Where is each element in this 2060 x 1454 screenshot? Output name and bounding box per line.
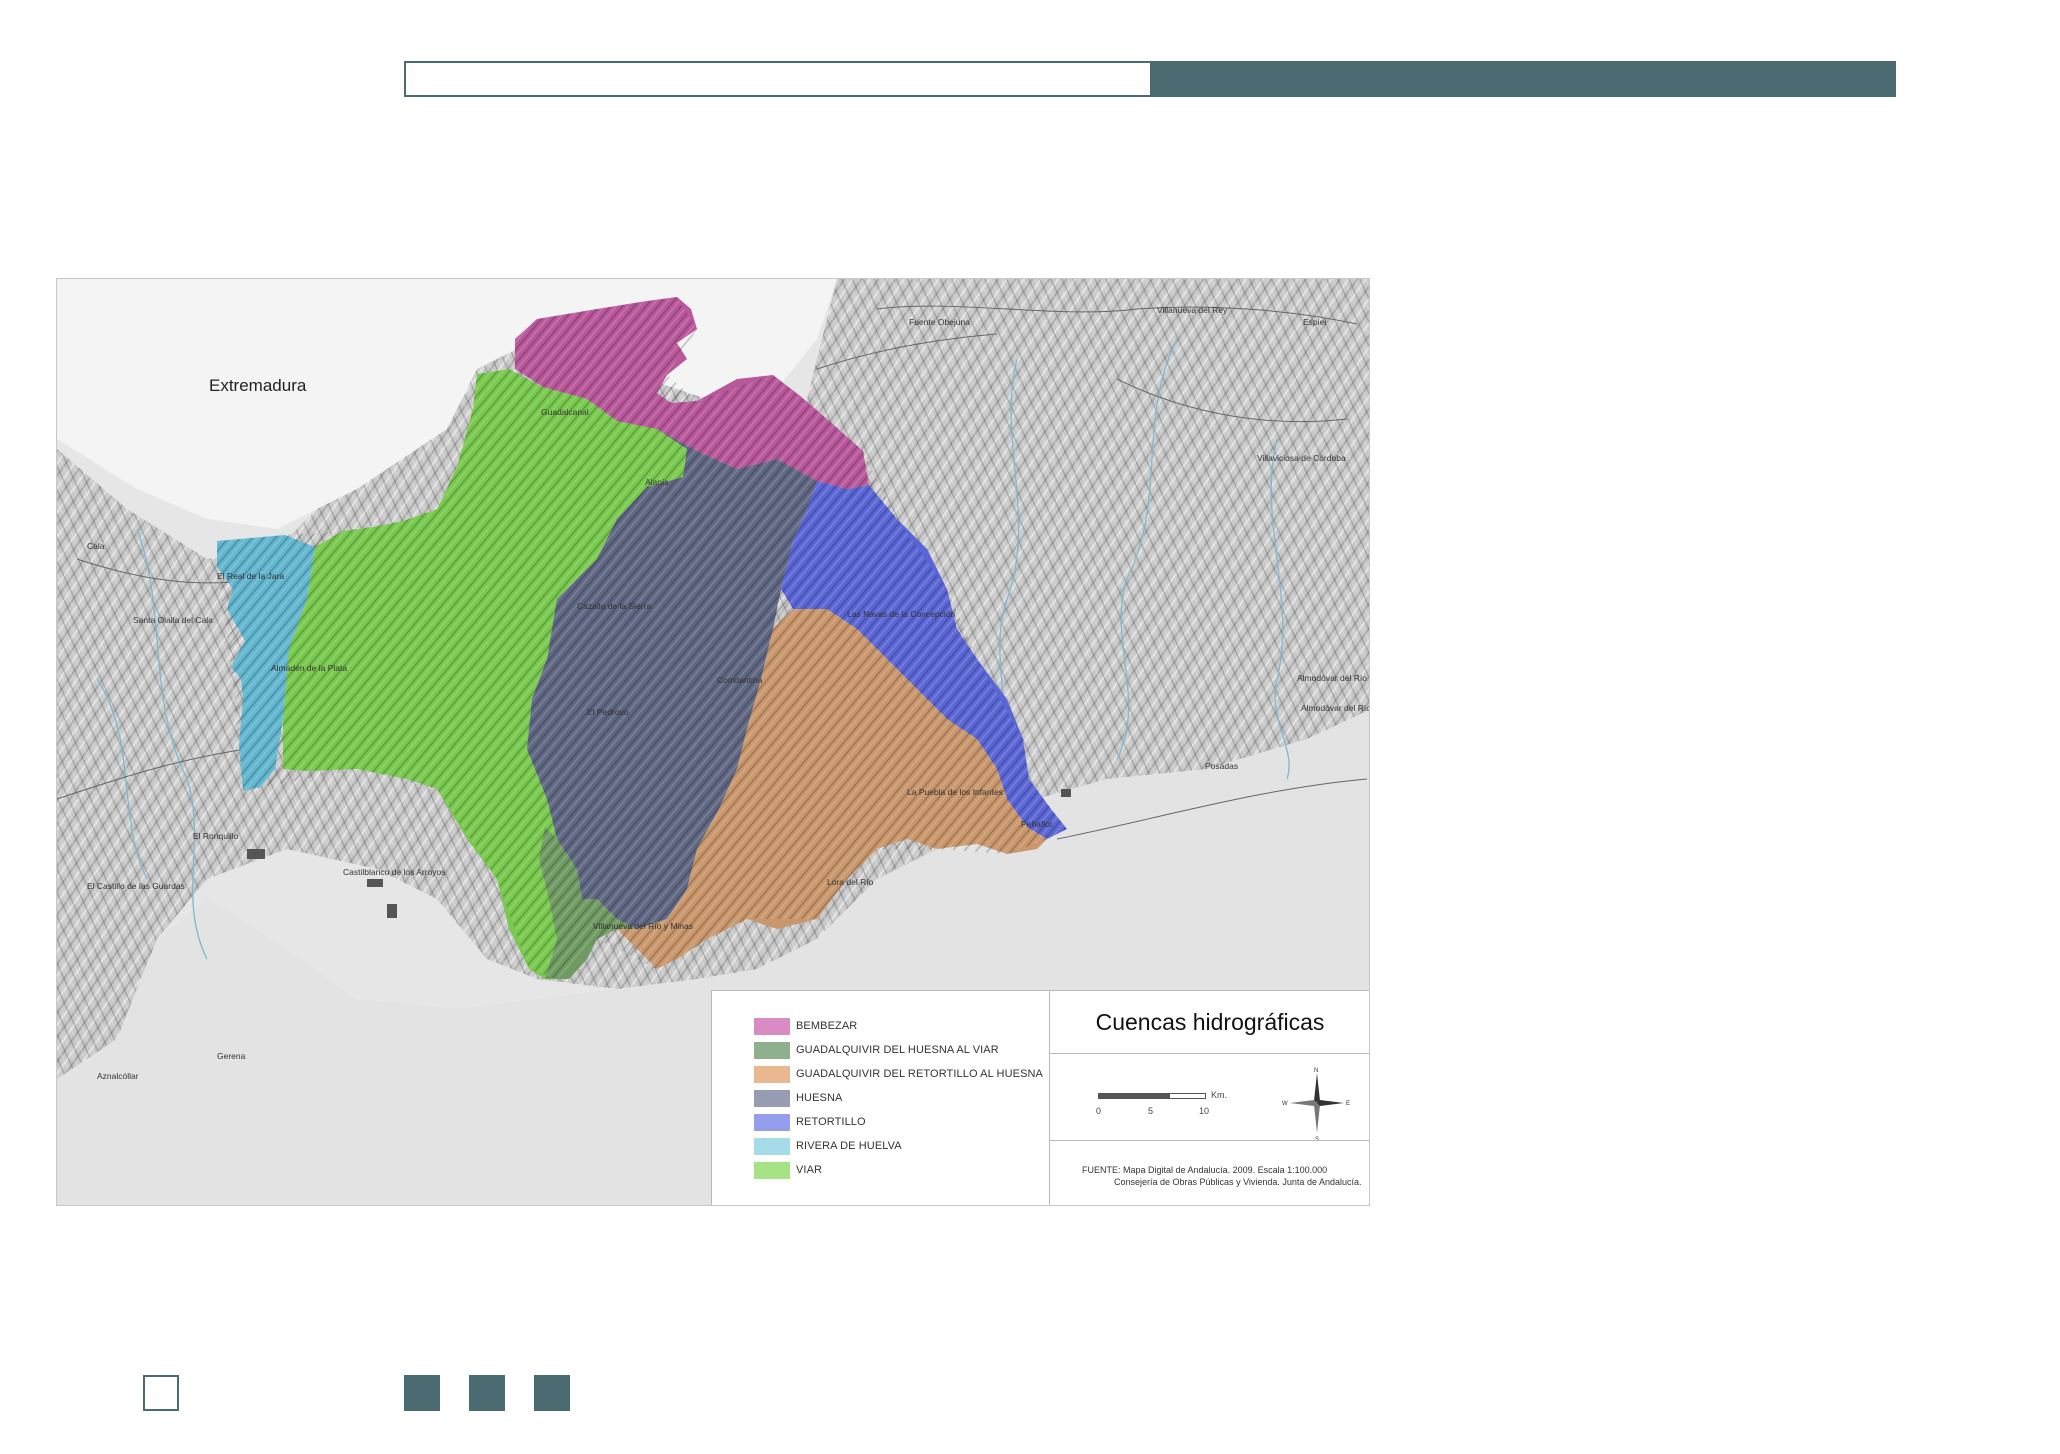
scale-tick-label: 0	[1096, 1106, 1102, 1116]
legend-label: BEMBEZAR	[796, 1020, 858, 1032]
place-label: Peñaflor	[1021, 819, 1053, 829]
place-label: Almodóvar del Río	[1301, 703, 1370, 713]
source-note: FUENTE: Mapa Digital de Andalucía. 2009.…	[1082, 1164, 1362, 1188]
place-label: Castilblanco de los Arroyos	[343, 867, 446, 877]
place-label: Cazalla de la Sierra	[577, 601, 651, 611]
compass-w: W	[1282, 1101, 1288, 1107]
legend-item: RIVERA DE HUELVA	[754, 1135, 902, 1157]
legend-swatch-retortillo	[754, 1113, 790, 1131]
page-nav-square-3[interactable]	[534, 1375, 570, 1411]
legend-label: RETORTILLO	[796, 1116, 866, 1128]
watershed-map[interactable]: Extremadura Fuente Obejuna Villanueva de…	[56, 278, 1370, 1206]
place-label: Gerena	[217, 1051, 246, 1061]
legend-swatch-viar	[754, 1161, 790, 1179]
place-label: Aznalcóllar	[97, 1071, 139, 1081]
legend-item: BEMBEZAR	[754, 1015, 857, 1037]
north-arrow-icon: N S E W	[1282, 1068, 1350, 1141]
scale-tick-label: 5	[1148, 1106, 1154, 1116]
place-label: El Ronquillo	[193, 831, 239, 841]
place-label: Las Navas de la Concepción	[847, 609, 955, 619]
legend-item: HUESNA	[754, 1087, 842, 1109]
legend-item: GUADALQUIVIR DEL RETORTILLO AL HUESNA	[754, 1063, 1043, 1085]
legend-item: RETORTILLO	[754, 1111, 866, 1133]
place-label: Posadas	[1205, 761, 1238, 771]
legend-swatch-rivera-de-huelva	[754, 1137, 790, 1155]
place-label: Espiel	[1303, 317, 1326, 327]
source-line-1: FUENTE: Mapa Digital de Andalucía. 2009.…	[1082, 1165, 1328, 1175]
legend-label: RIVERA DE HUELVA	[796, 1140, 902, 1152]
map-title: Cuencas hidrográficas	[1095, 1009, 1325, 1035]
legend-item: GUADALQUIVIR DEL HUESNA AL VIAR	[754, 1039, 999, 1061]
legend-swatch-guadalquivir-retortillo-huesna	[754, 1065, 790, 1083]
place-label: El Real de la Jara	[217, 571, 284, 581]
legend-item: VIAR	[754, 1159, 822, 1181]
map-info-panel: Cuencas hidrográficas 0 5 10 Km. N S E W…	[1049, 990, 1369, 1205]
legend-swatch-huesna	[754, 1089, 790, 1107]
place-label: Alanís	[645, 477, 669, 487]
page-nav-square-1[interactable]	[404, 1375, 440, 1411]
legend-label: VIAR	[796, 1164, 823, 1176]
place-label: Almadén de la Plata	[271, 663, 347, 673]
place-label: Cala	[87, 541, 105, 551]
legend-label: GUADALQUIVIR DEL HUESNA AL VIAR	[796, 1044, 999, 1056]
compass-e: E	[1346, 1101, 1350, 1107]
place-label: Guadalcanal	[541, 407, 589, 417]
header-bar-right	[1150, 63, 1894, 95]
page-nav-square-2[interactable]	[469, 1375, 505, 1411]
header-bar-left	[406, 63, 1150, 95]
header-bar	[404, 61, 1896, 97]
place-label: Almodóvar del Río	[1297, 673, 1367, 683]
place-label: El Castillo de las Guardas	[87, 881, 185, 891]
place-label: Constantina	[717, 675, 763, 685]
divider	[1050, 1053, 1369, 1054]
place-label: Santa Olalla del Cala	[133, 615, 213, 625]
region-label-extremadura: Extremadura	[209, 376, 307, 395]
legend-swatch-bembezar	[754, 1017, 790, 1035]
basin-legend: BEMBEZAR GUADALQUIVIR DEL HUESNA AL VIAR…	[711, 990, 1049, 1205]
legend-label: GUADALQUIVIR DEL RETORTILLO AL HUESNA	[796, 1068, 1043, 1080]
place-label: Lora del Río	[827, 877, 874, 887]
scale-unit: Km.	[1211, 1090, 1228, 1100]
page-nav-square-empty[interactable]	[143, 1375, 179, 1411]
compass-n: N	[1314, 1068, 1318, 1074]
place-label: Villaviciosa de Córdoba	[1257, 453, 1346, 463]
source-line-2: Consejería de Obras Públicas y Vivienda.…	[1114, 1177, 1362, 1187]
place-label: Villanueva del Río y Minas	[593, 921, 693, 931]
legend-swatch-guadalquivir-huesna-viar	[754, 1041, 790, 1059]
scale-tick-label: 10	[1199, 1106, 1210, 1116]
divider	[1050, 1140, 1369, 1141]
place-label: Villanueva del Rey	[1157, 305, 1228, 315]
place-label: El Pedroso	[587, 707, 629, 717]
legend-label: HUESNA	[796, 1092, 843, 1104]
place-label: La Puebla de los Infantes	[907, 787, 1003, 797]
scale-bar	[1098, 1093, 1206, 1099]
place-label: Fuente Obejuna	[909, 317, 970, 327]
